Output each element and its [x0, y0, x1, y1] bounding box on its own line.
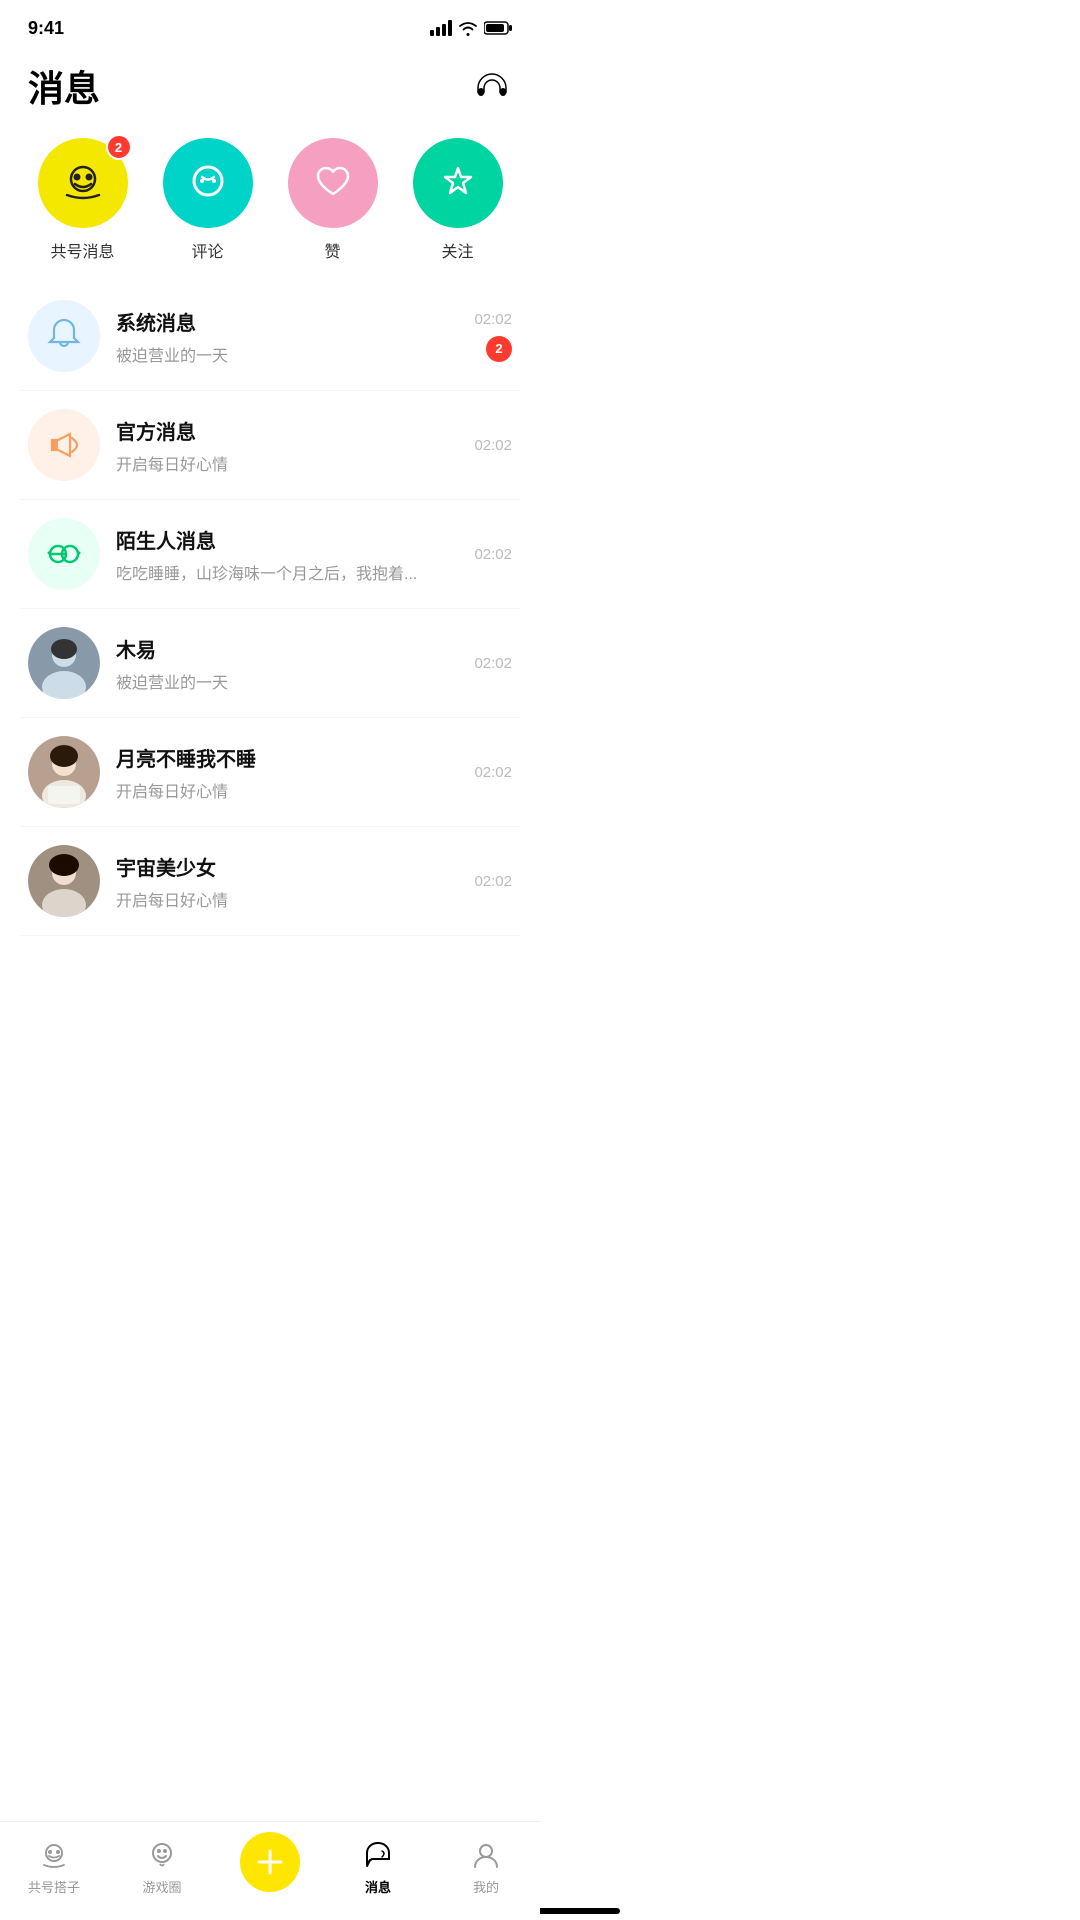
- avatar-muyi: [28, 627, 100, 699]
- msg-time: 02:02: [474, 437, 512, 454]
- muyi-avatar: [28, 627, 100, 699]
- wode-nav-icon: [470, 1839, 502, 1871]
- zan-circle: [288, 138, 378, 228]
- pinglun-label: 评论: [191, 238, 223, 262]
- msg-name: 系统消息: [116, 307, 458, 336]
- nav-item-xiaoxi[interactable]: 消息: [324, 1837, 432, 1896]
- list-item[interactable]: 官方消息 开启每日好心情 02:02: [20, 391, 520, 500]
- message-list: 系统消息 被迫营业的一天 02:02 2 官方消息 开启每日好心情 02:02: [0, 282, 540, 936]
- status-icons: [430, 20, 512, 36]
- pinglun-circle: [163, 138, 253, 228]
- avatar-yueliang: [28, 736, 100, 808]
- nav-label-xiaoxi: 消息: [365, 1877, 391, 1896]
- msg-time: 02:02: [474, 546, 512, 563]
- guanzhu-circle: [413, 138, 503, 228]
- nav-label-gonghao: 共号搭子: [28, 1877, 80, 1896]
- megaphone-icon: [42, 423, 86, 467]
- headphone-icon: [474, 68, 510, 104]
- battery-icon: [484, 21, 512, 35]
- pinglun-icon: [183, 158, 233, 208]
- wifi-icon: [458, 20, 478, 36]
- nav-item-wode[interactable]: 我的: [432, 1837, 540, 1896]
- msg-meta-yueliang: 02:02: [474, 764, 512, 781]
- xiaoxi-nav-icon: [362, 1839, 394, 1871]
- msg-content-guanfang: 官方消息 开启每日好心情: [100, 416, 474, 475]
- list-item[interactable]: 系统消息 被迫营业的一天 02:02 2: [20, 282, 520, 391]
- nav-label-wode: 我的: [473, 1877, 499, 1896]
- quick-item-gonghao[interactable]: 2 共号消息: [38, 138, 128, 262]
- msg-name: 官方消息: [116, 416, 458, 445]
- nav-label-youxi: 游戏圈: [142, 1877, 181, 1896]
- msg-time: 02:02: [474, 764, 512, 781]
- msg-badge: 2: [486, 336, 512, 362]
- gonghao-nav-icon: [38, 1839, 70, 1871]
- page-title: 消息: [28, 60, 100, 112]
- msg-preview: 开启每日好心情: [116, 451, 458, 475]
- msg-meta-muyi: 02:02: [474, 655, 512, 672]
- status-bar: 9:41: [0, 0, 540, 50]
- gonghao-label: 共号消息: [50, 238, 114, 262]
- msg-preview: 吃吃睡睡，山珍海味一个月之后，我抱着...: [116, 560, 458, 584]
- signal-icon: [430, 20, 452, 36]
- nav-item-add[interactable]: [216, 1832, 324, 1900]
- msg-meta-yuzhou: 02:02: [474, 873, 512, 890]
- msg-preview: 被迫营业的一天: [116, 342, 458, 366]
- support-button[interactable]: [472, 66, 512, 106]
- avatar-xitong: [28, 300, 100, 372]
- msg-name: 木易: [116, 634, 458, 663]
- avatar-mosheng: [28, 518, 100, 590]
- gonghao-badge: 2: [106, 134, 132, 160]
- msg-preview: 开启每日好心情: [116, 778, 458, 802]
- quick-icons-row: 2 共号消息 评论 赞 关注: [0, 128, 540, 282]
- msg-time: 02:02: [474, 311, 512, 328]
- msg-content-mosheng: 陌生人消息 吃吃睡睡，山珍海味一个月之后，我抱着...: [100, 525, 474, 584]
- msg-content-yuzhou: 宇宙美少女 开启每日好心情: [100, 852, 474, 911]
- avatar-yuzhou: [28, 845, 100, 917]
- msg-time: 02:02: [474, 655, 512, 672]
- msg-content-muyi: 木易 被迫营业的一天: [100, 634, 474, 693]
- quick-item-zan[interactable]: 赞: [288, 138, 378, 262]
- header: 消息: [0, 50, 540, 128]
- nav-item-gonghao[interactable]: 共号搭子: [0, 1837, 108, 1896]
- msg-preview: 被迫营业的一天: [116, 669, 458, 693]
- bell-icon: [42, 314, 86, 358]
- zan-icon: [308, 158, 358, 208]
- gonghao-circle: 2: [38, 138, 128, 228]
- add-button[interactable]: [240, 1832, 300, 1892]
- msg-name: 月亮不睡我不睡: [116, 743, 458, 772]
- guanzhu-label: 关注: [441, 238, 473, 262]
- list-item[interactable]: 陌生人消息 吃吃睡睡，山珍海味一个月之后，我抱着... 02:02: [20, 500, 520, 609]
- yueliang-avatar: [28, 736, 100, 808]
- list-item[interactable]: 木易 被迫营业的一天 02:02: [20, 609, 520, 718]
- msg-name: 陌生人消息: [116, 525, 458, 554]
- gonghao-icon: [57, 157, 109, 209]
- list-item[interactable]: 月亮不睡我不睡 开启每日好心情 02:02: [20, 718, 520, 827]
- msg-time: 02:02: [474, 873, 512, 890]
- status-time: 9:41: [28, 18, 64, 39]
- youxi-nav-icon: [146, 1839, 178, 1871]
- msg-name: 宇宙美少女: [116, 852, 458, 881]
- msg-preview: 开启每日好心情: [116, 887, 458, 911]
- msg-content-xitong: 系统消息 被迫营业的一天: [100, 307, 474, 366]
- msg-meta-mosheng: 02:02: [474, 546, 512, 563]
- avatar-guanfang: [28, 409, 100, 481]
- msg-content-yueliang: 月亮不睡我不睡 开启每日好心情: [100, 743, 474, 802]
- bottom-nav: 共号搭子 游戏圈: [0, 1821, 540, 1920]
- zan-label: 赞: [324, 238, 340, 262]
- yuzhou-avatar: [28, 845, 100, 917]
- list-item[interactable]: 宇宙美少女 开启每日好心情 02:02: [20, 827, 520, 936]
- msg-meta-guanfang: 02:02: [474, 437, 512, 454]
- quick-item-pinglun[interactable]: 评论: [163, 138, 253, 262]
- nav-item-youxi[interactable]: 游戏圈: [108, 1837, 216, 1896]
- glasses-icon: [42, 532, 86, 576]
- msg-meta-xitong: 02:02 2: [474, 311, 512, 362]
- plus-icon: [255, 1847, 285, 1877]
- guanzhu-icon: [433, 158, 483, 208]
- quick-item-guanzhu[interactable]: 关注: [413, 138, 503, 262]
